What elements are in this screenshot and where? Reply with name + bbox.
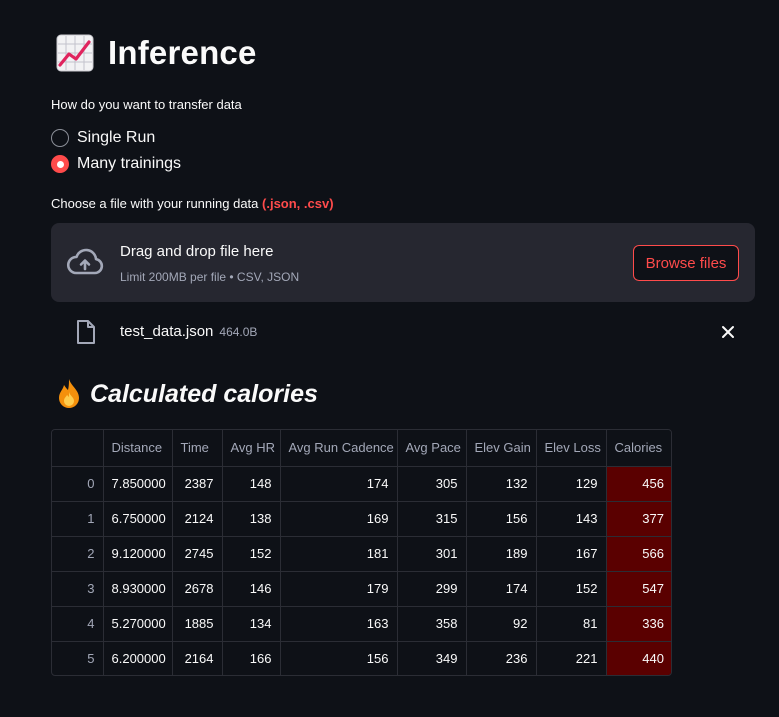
table-row: 0 7.850000 2387 148 174 305 132 129 456 bbox=[52, 466, 671, 502]
column-header[interactable]: Calories bbox=[606, 430, 671, 467]
table-cell[interactable]: 236 bbox=[466, 641, 537, 675]
table-cell[interactable]: 189 bbox=[466, 536, 537, 572]
table-row: 3 8.930000 2678 146 179 299 174 152 547 bbox=[52, 571, 671, 607]
table-cell[interactable]: 358 bbox=[397, 606, 467, 642]
table-cell[interactable]: 2164 bbox=[172, 641, 223, 675]
table-cell[interactable]: 8.930000 bbox=[103, 571, 173, 607]
table-cell[interactable]: 156 bbox=[466, 501, 537, 537]
uploader-label: Choose a file with your running data (.j… bbox=[51, 196, 334, 211]
calories-cell[interactable]: 456 bbox=[606, 466, 671, 502]
table-cell[interactable]: 163 bbox=[280, 606, 398, 642]
table-row: 4 5.270000 1885 134 163 358 92 81 336 bbox=[52, 606, 671, 642]
table-cell[interactable]: 315 bbox=[397, 501, 467, 537]
calories-cell[interactable]: 336 bbox=[606, 606, 671, 642]
table-cell[interactable]: 305 bbox=[397, 466, 467, 502]
table-cell[interactable]: 349 bbox=[397, 641, 467, 675]
table-cell[interactable]: 174 bbox=[466, 571, 537, 607]
table-cell[interactable]: 2124 bbox=[172, 501, 223, 537]
table-cell[interactable]: 2387 bbox=[172, 466, 223, 502]
radio-label: Many trainings bbox=[77, 155, 182, 172]
radio-single-run[interactable]: Single Run bbox=[51, 129, 155, 147]
page-header: Inference bbox=[56, 34, 257, 72]
file-icon bbox=[77, 320, 95, 344]
table-cell[interactable]: 134 bbox=[222, 606, 281, 642]
table-cell[interactable]: 143 bbox=[536, 501, 607, 537]
table-cell[interactable]: 156 bbox=[280, 641, 398, 675]
transfer-label: How do you want to transfer data bbox=[51, 97, 242, 112]
table-cell[interactable]: 6.750000 bbox=[103, 501, 173, 537]
calories-cell[interactable]: 566 bbox=[606, 536, 671, 572]
column-header[interactable]: Elev Gain bbox=[466, 430, 537, 467]
dropzone-title: Drag and drop file here bbox=[120, 243, 274, 260]
browse-files-button[interactable]: Browse files bbox=[633, 245, 739, 281]
table-cell[interactable]: 5.270000 bbox=[103, 606, 173, 642]
calories-cell[interactable]: 440 bbox=[606, 641, 671, 675]
table-cell[interactable]: 2745 bbox=[172, 536, 223, 572]
table-cell[interactable]: 148 bbox=[222, 466, 281, 502]
table-cell[interactable]: 6.200000 bbox=[103, 641, 173, 675]
table-cell[interactable]: 132 bbox=[466, 466, 537, 502]
calories-cell[interactable]: 547 bbox=[606, 571, 671, 607]
row-index-cell[interactable]: 0 bbox=[52, 466, 104, 502]
app-page: Inference How do you want to transfer da… bbox=[0, 0, 779, 717]
table-cell[interactable]: 146 bbox=[222, 571, 281, 607]
radio-many-trainings[interactable]: Many trainings bbox=[51, 155, 181, 173]
table-cell[interactable]: 179 bbox=[280, 571, 398, 607]
table-cell[interactable]: 301 bbox=[397, 536, 467, 572]
table-row: 2 9.120000 2745 152 181 301 189 167 566 bbox=[52, 536, 671, 572]
table-cell[interactable]: 167 bbox=[536, 536, 607, 572]
row-index-cell[interactable]: 2 bbox=[52, 536, 104, 572]
row-index-cell[interactable]: 1 bbox=[52, 501, 104, 537]
table-cell[interactable]: 7.850000 bbox=[103, 466, 173, 502]
table-cell[interactable]: 152 bbox=[536, 571, 607, 607]
table-cell[interactable]: 129 bbox=[536, 466, 607, 502]
column-header[interactable]: Elev Loss bbox=[536, 430, 607, 467]
row-index-cell[interactable]: 4 bbox=[52, 606, 104, 642]
row-index-cell[interactable]: 3 bbox=[52, 571, 104, 607]
radio-circle[interactable] bbox=[51, 129, 69, 147]
file-name: test_data.json bbox=[120, 323, 214, 340]
table-cell[interactable]: 181 bbox=[280, 536, 398, 572]
uploader-label-text: Choose a file with your running data bbox=[51, 196, 263, 211]
file-dropzone[interactable]: Drag and drop file here Limit 200MB per … bbox=[51, 223, 755, 302]
table-cell[interactable]: 1885 bbox=[172, 606, 223, 642]
column-header[interactable]: Time bbox=[172, 430, 223, 467]
section-header: Calculated calories bbox=[56, 378, 318, 410]
uploader-label-accent: (.json, .csv) bbox=[262, 196, 334, 211]
table-cell[interactable]: 152 bbox=[222, 536, 281, 572]
radio-label: Single Run bbox=[77, 129, 156, 146]
column-header[interactable]: Distance bbox=[103, 430, 173, 467]
uploaded-file: test_data.json 464.0B bbox=[51, 314, 755, 350]
cloud-upload-icon bbox=[66, 248, 104, 275]
column-header-index bbox=[52, 430, 104, 467]
table-row: 5 6.200000 2164 166 156 349 236 221 440 bbox=[52, 641, 671, 675]
file-size: 464.0B bbox=[219, 325, 258, 339]
page-title: Inference bbox=[108, 34, 257, 71]
table-row: 1 6.750000 2124 138 169 315 156 143 377 bbox=[52, 501, 671, 537]
section-title: Calculated calories bbox=[90, 379, 318, 408]
radio-circle-selected[interactable] bbox=[51, 155, 69, 173]
table-cell[interactable]: 138 bbox=[222, 501, 281, 537]
column-header[interactable]: Avg HR bbox=[222, 430, 281, 467]
table-cell[interactable]: 2678 bbox=[172, 571, 223, 607]
fire-icon bbox=[59, 379, 79, 408]
table-cell[interactable]: 221 bbox=[536, 641, 607, 675]
file-name-line: test_data.json 464.0B bbox=[120, 323, 257, 340]
table-cell[interactable]: 81 bbox=[536, 606, 607, 642]
table-cell[interactable]: 299 bbox=[397, 571, 467, 607]
chart-increasing-icon bbox=[56, 34, 94, 72]
calories-cell[interactable]: 377 bbox=[606, 501, 671, 537]
table-cell[interactable]: 9.120000 bbox=[103, 536, 173, 572]
table-cell[interactable]: 92 bbox=[466, 606, 537, 642]
table-header-row: Distance Time Avg HR Avg Run Cadence Avg… bbox=[52, 430, 671, 467]
calories-table[interactable]: Distance Time Avg HR Avg Run Cadence Avg… bbox=[51, 429, 672, 676]
column-header[interactable]: Avg Pace bbox=[397, 430, 467, 467]
column-header[interactable]: Avg Run Cadence bbox=[280, 430, 398, 467]
table-cell[interactable]: 169 bbox=[280, 501, 398, 537]
dropzone-subtitle: Limit 200MB per file • CSV, JSON bbox=[120, 270, 300, 284]
table-cell[interactable]: 166 bbox=[222, 641, 281, 675]
close-icon[interactable] bbox=[719, 323, 737, 341]
table-cell[interactable]: 174 bbox=[280, 466, 398, 502]
row-index-cell[interactable]: 5 bbox=[52, 641, 104, 675]
